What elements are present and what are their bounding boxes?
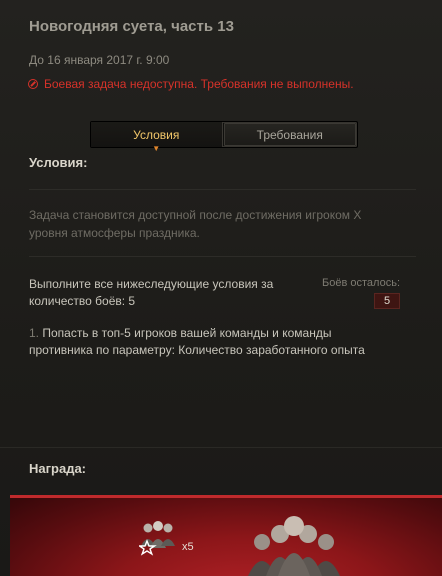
divider (29, 189, 416, 190)
conditions-description: Задача становится доступной после достиж… (29, 208, 362, 240)
conditions-heading: Условия: (29, 155, 88, 170)
divider (29, 256, 416, 257)
alert-text: Боевая задача недоступна. Требования не … (44, 77, 354, 91)
tab-conditions-label: Условия (133, 127, 180, 142)
mission-title: Новогодняя суета, часть 13 (29, 18, 234, 35)
divider (0, 447, 442, 448)
prohibited-icon (28, 79, 38, 89)
crew-portrait-icon[interactable] (248, 510, 340, 576)
crew-group-icon[interactable] (139, 518, 177, 558)
tab-requirements-label: Требования (256, 127, 323, 142)
reward-banner (10, 495, 442, 576)
condition-number: 1. (29, 326, 40, 340)
battles-left-label: Боёв осталось: (322, 277, 400, 289)
condition-text: Попасть в топ-5 игроков вашей команды и … (29, 326, 365, 357)
caret-down-icon: ▼ (152, 144, 161, 153)
crew-multiplier: x5 (182, 541, 194, 553)
tab-bar: Условия ▼ Требования (90, 121, 358, 153)
tab-requirements[interactable]: Требования (223, 123, 356, 146)
conditions-intro: Выполните все нижеследующие условия за к… (29, 277, 274, 308)
condition-item: 1. Попасть в топ-5 игроков вашей команды… (29, 325, 389, 359)
mission-deadline: До 16 января 2017 г. 9:00 (29, 53, 170, 67)
reward-heading: Награда: (29, 461, 87, 476)
battles-left-badge: 5 (374, 293, 400, 309)
unavailable-alert: Боевая задача недоступна. Требования не … (28, 77, 354, 91)
tab-conditions[interactable]: Условия ▼ (91, 122, 223, 153)
